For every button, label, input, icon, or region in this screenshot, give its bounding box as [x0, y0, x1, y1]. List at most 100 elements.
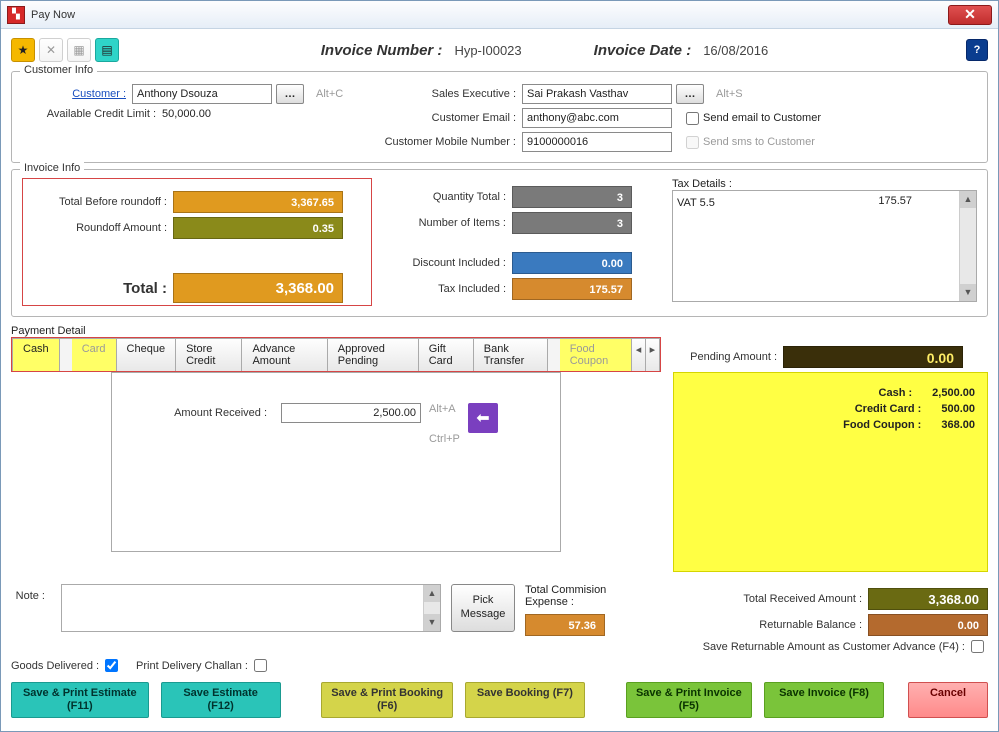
goods-delivered-checkbox[interactable]: [105, 659, 118, 672]
total-value: 3,368.00: [173, 273, 343, 303]
payment-detail-section: Payment Detail Cash Card Cheque Store Cr…: [11, 325, 988, 572]
customer-info-title: Customer Info: [20, 64, 97, 76]
pick-message-button[interactable]: Pick Message: [451, 584, 515, 632]
items-value: 3: [512, 212, 632, 234]
tab-store-credit[interactable]: Store Credit: [176, 339, 242, 371]
alt-s-hint: Alt+S: [716, 88, 743, 100]
save-estimate-button[interactable]: Save Estimate (F12): [161, 682, 281, 718]
customer-lookup-button[interactable]: …: [276, 84, 304, 104]
tab-bank-transfer[interactable]: Bank Transfer: [474, 339, 548, 371]
cancel-button[interactable]: Cancel: [908, 682, 988, 718]
credit-limit-label: Available Credit Limit :: [22, 108, 162, 120]
pay-now-window: ▚ Pay Now ✕ ★ ✕ ▦ ▤ Invoice Number : Hyp…: [0, 0, 999, 732]
apply-amount-button[interactable]: ⬅: [468, 403, 498, 433]
alt-c-hint: Alt+C: [316, 88, 343, 100]
titlebar: ▚ Pay Now ✕: [1, 1, 998, 29]
total-received-value: 3,368.00: [868, 588, 988, 610]
calculator-button[interactable]: ▤: [95, 38, 119, 62]
customer-link[interactable]: Customer :: [22, 88, 132, 100]
items-label: Number of Items :: [382, 217, 512, 229]
note-textarea[interactable]: ▲▼: [61, 584, 441, 632]
customer-info-panel: Customer Info Customer : … Alt+C Availab…: [11, 71, 988, 163]
roundoff-label: Roundoff Amount :: [33, 222, 173, 234]
customer-name-input[interactable]: [132, 84, 272, 104]
invoice-info-title: Invoice Info: [20, 162, 84, 174]
roundoff-value: 0.35: [173, 217, 343, 239]
save-returnable-checkbox[interactable]: [971, 640, 984, 653]
tab-approved-pending[interactable]: Approved Pending: [328, 339, 419, 371]
app-icon: ▚: [7, 6, 25, 24]
coupon-line-label: Food Coupon :: [686, 419, 941, 431]
tax-detail-amount: 175.57: [878, 195, 912, 207]
save-print-estimate-button[interactable]: Save & Print Estimate (F11): [11, 682, 149, 718]
sales-exec-lookup-button[interactable]: …: [676, 84, 704, 104]
total-label: Total :: [33, 280, 173, 297]
tab-card[interactable]: Card: [72, 339, 117, 371]
tab-gift-card[interactable]: Gift Card: [419, 339, 474, 371]
qty-total-label: Quantity Total :: [382, 191, 512, 203]
save-booking-button[interactable]: Save Booking (F7): [465, 682, 585, 718]
help-button[interactable]: ?: [966, 39, 988, 61]
note-label: Note :: [11, 584, 51, 602]
tax-included-label: Tax Included :: [382, 283, 512, 295]
tax-details-box: VAT 5.5 175.57 ▲▼: [672, 190, 977, 302]
email-input[interactable]: [522, 108, 672, 128]
returnable-label: Returnable Balance :: [759, 619, 868, 631]
tab-scroll-right[interactable]: ▸: [646, 339, 659, 371]
qty-total-value: 3: [512, 186, 632, 208]
print-challan-label: Print Delivery Challan :: [136, 660, 254, 672]
invoice-date-value: 16/08/2016: [703, 43, 768, 58]
tab-cash[interactable]: Cash: [13, 339, 60, 371]
card-line-value: 500.00: [941, 403, 975, 415]
tab-food-coupon[interactable]: Food Coupon: [560, 339, 633, 371]
before-roundoff-label: Total Before roundoff :: [33, 196, 173, 208]
payment-tabs: Cash Card Cheque Store Credit Advance Am…: [12, 338, 660, 371]
tax-detail-name: VAT 5.5: [677, 197, 715, 209]
total-received-label: Total Received Amount :: [743, 593, 868, 605]
ctrl-p-hint: Ctrl+P: [429, 433, 460, 445]
invoice-info-panel: Invoice Info Total Before roundoff :3,36…: [11, 169, 988, 317]
window-title: Pay Now: [31, 9, 948, 21]
tax-details-label: Tax Details :: [672, 178, 732, 190]
footer-buttons: Save & Print Estimate (F11) Save Estimat…: [11, 682, 988, 718]
mobile-input[interactable]: [522, 132, 672, 152]
sales-exec-input[interactable]: [522, 84, 672, 104]
window-close-button[interactable]: ✕: [948, 5, 992, 25]
invoice-date-label: Invoice Date :: [594, 42, 698, 59]
mobile-label: Customer Mobile Number :: [372, 136, 522, 148]
amount-received-input[interactable]: [281, 403, 421, 423]
email-label: Customer Email :: [372, 112, 522, 124]
payment-summary-panel: Cash :2,500.00 Credit Card :500.00 Food …: [673, 372, 988, 572]
invoice-number-label: Invoice Number :: [321, 42, 449, 59]
cash-line-value: 2,500.00: [932, 387, 975, 399]
tab-cheque[interactable]: Cheque: [117, 339, 177, 371]
payment-detail-title: Payment Detail: [11, 325, 86, 337]
save-returnable-label: Save Returnable Amount as Customer Advan…: [703, 641, 971, 653]
commission-label: Total Commision Expense :: [525, 584, 606, 608]
amount-received-label: Amount Received :: [174, 403, 273, 419]
commission-value: 57.36: [525, 614, 605, 636]
save-print-booking-button[interactable]: Save & Print Booking (F6): [321, 682, 452, 718]
delete-button: ✕: [39, 38, 63, 62]
returnable-value: 0.00: [868, 614, 988, 636]
pending-amount-value: 0.00: [783, 346, 963, 368]
before-roundoff-value: 3,367.65: [173, 191, 343, 213]
save-print-invoice-button[interactable]: Save & Print Invoice (F5): [626, 682, 752, 718]
tax-scrollbar[interactable]: ▲▼: [959, 191, 976, 301]
tab-scroll-left[interactable]: ◂: [632, 339, 646, 371]
goods-delivered-label: Goods Delivered :: [11, 660, 105, 672]
tab-body-cash: Amount Received : Alt+A Ctrl+P ⬅: [111, 372, 561, 552]
coupon-line-value: 368.00: [941, 419, 975, 431]
send-sms-checkbox: [686, 136, 699, 149]
print-challan-checkbox[interactable]: [254, 659, 267, 672]
send-sms-label: Send sms to Customer: [703, 136, 815, 148]
discount-value: 0.00: [512, 252, 632, 274]
tax-included-value: 175.57: [512, 278, 632, 300]
lower-section: Note : ▲▼ Pick Message Total Commision E…: [11, 584, 988, 657]
tab-advance[interactable]: Advance Amount: [242, 339, 327, 371]
discount-label: Discount Included :: [382, 257, 512, 269]
new-button[interactable]: ★: [11, 38, 35, 62]
send-email-checkbox[interactable]: [686, 112, 699, 125]
save-invoice-button[interactable]: Save Invoice (F8): [764, 682, 884, 718]
cash-line-label: Cash :: [686, 387, 932, 399]
